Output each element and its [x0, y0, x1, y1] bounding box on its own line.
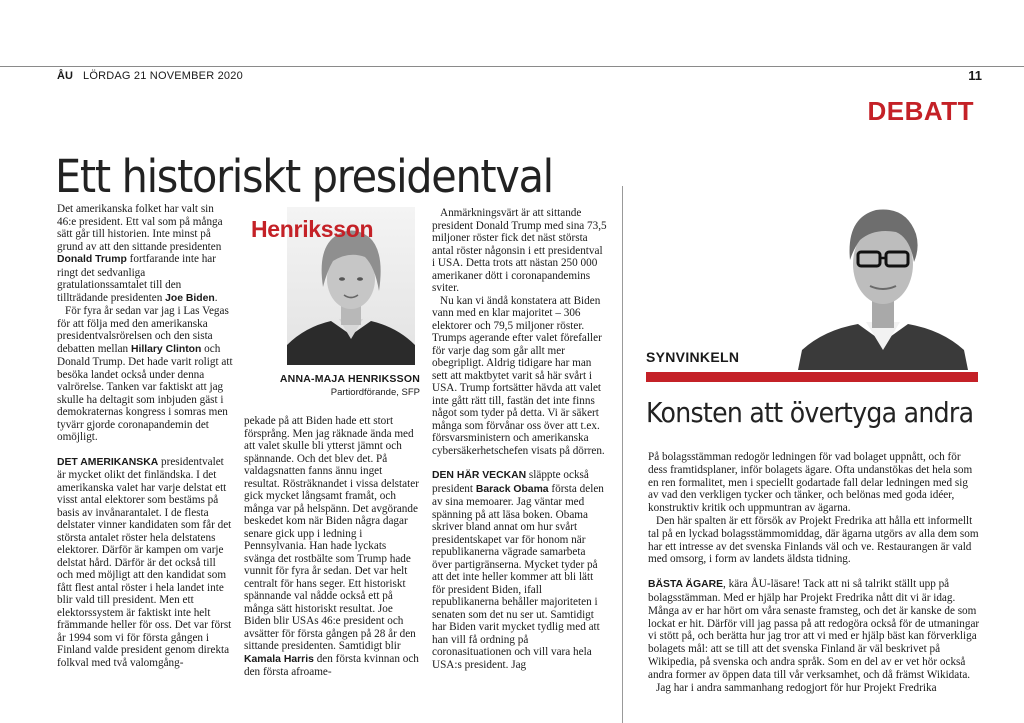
paragraph: Det amerikanska folket har valt sin 46:e… — [57, 203, 223, 304]
photo-overlay-name: Henriksson — [251, 216, 374, 242]
article-column-1: Det amerikanska folket har valt sin 46:e… — [57, 203, 233, 669]
column-label-rule — [646, 372, 978, 382]
article-column-3: Anmärkningsvärt är att sittande presiden… — [432, 207, 608, 671]
page-header: ÅU LÖRDAG 21 NOVEMBER 2020 11 — [57, 66, 982, 86]
paragraph: Den här spalten är ett försök av Projekt… — [648, 514, 979, 566]
paragraph: Nu kan vi ändå konstatera att Biden vann… — [432, 294, 605, 457]
paragraph: På bolagsstämman redogör ledningen för v… — [648, 451, 973, 515]
author-name: ANNA-MAJA HENRIKSSON — [279, 373, 420, 385]
paragraph: DET AMERIKANSKA presidentvalet är mycket… — [57, 455, 232, 669]
bold-name: Kamala Harris — [244, 653, 314, 665]
paragraph-lead: BÄSTA ÄGARE — [648, 579, 724, 591]
paragraph: För fyra år sedan var jag i Las Vegas fö… — [57, 305, 233, 443]
newspaper-logo: ÅU — [57, 70, 73, 82]
article-headline: Ett historiskt presidentval — [55, 150, 554, 203]
paragraph: DEN HÄR VECKAN släppte också president B… — [432, 469, 604, 671]
bold-name: Hillary Clinton — [130, 343, 202, 355]
paragraph-lead: DEN HÄR VECKAN — [432, 470, 527, 481]
column-label: SYNVINKELN — [646, 349, 740, 365]
paragraph: Jag har i andra sammanhang redogjort för… — [656, 681, 937, 694]
bold-name: Barack Obama — [475, 483, 549, 495]
page-number: 11 — [968, 68, 982, 83]
author-role: Partiordförande, SFP — [330, 387, 420, 398]
section-label: DEBATT — [867, 96, 974, 126]
paragraph-lead: DET AMERIKANSKA — [57, 456, 159, 468]
paragraph: pekade på att Biden hade ett stort försp… — [244, 415, 419, 678]
dateline: LÖRDAG 21 NOVEMBER 2020 — [83, 70, 243, 82]
paragraph: BÄSTA ÄGARE, kära ÅU-läsare! Tack att ni… — [648, 578, 980, 681]
bold-name: Joe Biden — [165, 292, 215, 304]
column-headline: Konsten att övertyga andra — [646, 396, 974, 429]
paragraph: Anmärkningsvärt är att sittande presiden… — [432, 207, 607, 294]
column-body: På bolagsstämman redogör ledningen för v… — [648, 451, 980, 694]
bold-name: Donald Trump — [57, 254, 127, 265]
columnist-photo — [788, 190, 978, 370]
column-divider — [622, 186, 623, 723]
article-column-2: pekade på att Biden hade ett stort försp… — [244, 415, 420, 679]
